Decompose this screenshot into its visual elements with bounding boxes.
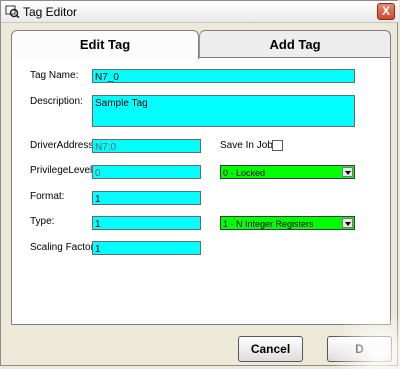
format-label: Format: bbox=[30, 191, 65, 202]
privilege-level-select[interactable]: 0 - Locked bbox=[220, 165, 355, 179]
cancel-button[interactable]: Cancel bbox=[238, 336, 303, 362]
description-input[interactable]: Sample Tag bbox=[92, 95, 355, 127]
type-selected: 1 - N Integer Registers bbox=[223, 219, 314, 229]
description-label: Description: bbox=[30, 96, 83, 107]
type-select[interactable]: 1 - N Integer Registers bbox=[220, 216, 355, 230]
app-icon bbox=[5, 5, 20, 19]
type-label: Type: bbox=[30, 216, 55, 227]
save-in-job-label: Save In Job: bbox=[220, 140, 276, 151]
privilege-level-input[interactable]: 0 bbox=[92, 165, 201, 179]
scaling-factor-label: Scaling Factor: bbox=[30, 242, 97, 253]
tag-editor-window: Tag Editor X Edit Tag Add Tag Tag Name: … bbox=[0, 0, 400, 369]
close-button[interactable]: X bbox=[377, 3, 395, 20]
scaling-factor-input[interactable]: 1 bbox=[92, 241, 201, 255]
tab-edit-tag[interactable]: Edit Tag bbox=[11, 30, 199, 59]
edit-tag-panel: Tag Name: N7_0 Description: Sample Tag D… bbox=[11, 57, 391, 325]
privilege-level-label: PrivilegeLevel: bbox=[30, 165, 96, 176]
chevron-down-icon[interactable] bbox=[342, 218, 353, 228]
title-bar[interactable]: Tag Editor X bbox=[1, 1, 399, 23]
type-input[interactable]: 1 bbox=[92, 216, 201, 230]
chevron-down-icon[interactable] bbox=[342, 167, 353, 177]
window-title: Tag Editor bbox=[23, 5, 78, 19]
save-in-job-checkbox[interactable] bbox=[272, 140, 283, 151]
driver-address-label: DriverAddress: bbox=[30, 140, 97, 151]
tag-name-label: Tag Name: bbox=[30, 70, 79, 81]
done-button[interactable]: D bbox=[327, 336, 392, 362]
driver-address-input[interactable]: N7:0 bbox=[92, 139, 201, 153]
format-input[interactable]: 1 bbox=[92, 191, 201, 205]
tag-name-input[interactable]: N7_0 bbox=[92, 69, 355, 83]
tab-add-tag[interactable]: Add Tag bbox=[199, 30, 391, 58]
privilege-level-selected: 0 - Locked bbox=[223, 168, 266, 178]
close-icon: X bbox=[381, 4, 390, 18]
